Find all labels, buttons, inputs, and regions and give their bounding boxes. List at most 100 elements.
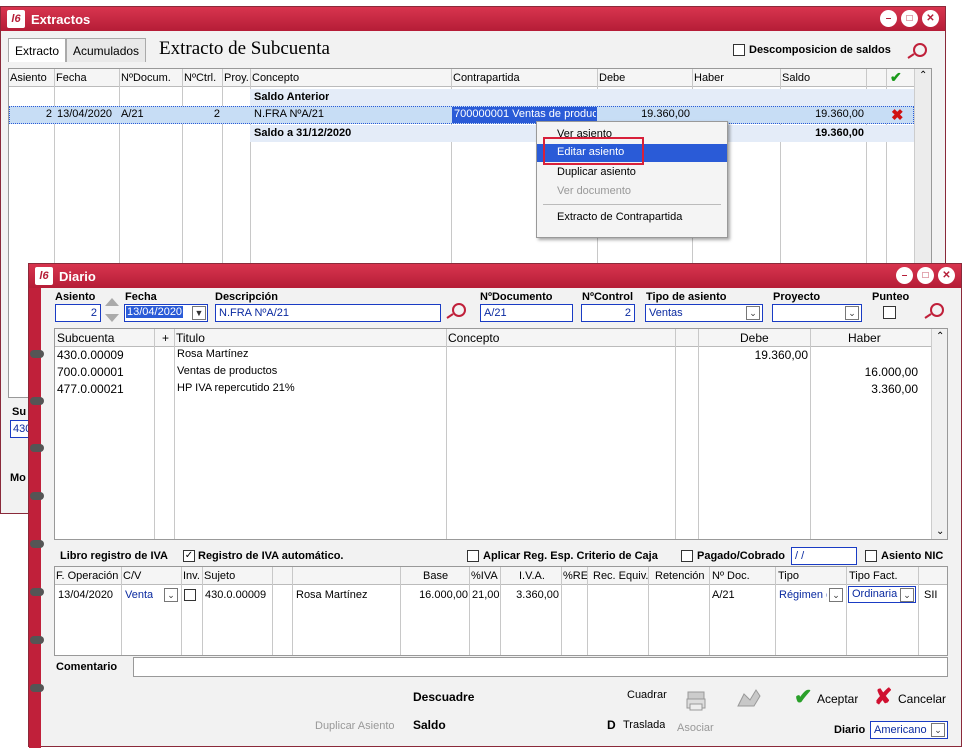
- documento-label: NºDocumento: [480, 291, 553, 303]
- pagado-date-field[interactable]: / /: [791, 547, 857, 565]
- col-titulo: Titulo: [176, 331, 205, 345]
- col-ndocum: NºDocum.: [121, 72, 171, 84]
- asiento-nic-label: Asiento NIC: [881, 550, 944, 562]
- asiento-nic-checkbox[interactable]: [865, 550, 877, 562]
- col-haber: Haber: [694, 72, 724, 84]
- spiral-ring-icon: [30, 397, 44, 405]
- spiral-ring-icon: [30, 636, 44, 644]
- comentario-field[interactable]: [133, 657, 948, 677]
- descuadre-label: Descuadre: [413, 690, 475, 704]
- printer-icon[interactable]: [685, 690, 707, 712]
- chevron-down-icon[interactable]: ⌄: [829, 588, 843, 602]
- cancel-icon[interactable]: ✘: [874, 684, 892, 710]
- close-icon[interactable]: ✕: [938, 267, 955, 284]
- pagado-checkbox[interactable]: [681, 550, 693, 562]
- spiral-ring-icon: [30, 684, 44, 692]
- iva-col-tipo: Tipo: [778, 570, 799, 582]
- row-asiento: 2: [45, 108, 52, 120]
- asociar-icon[interactable]: [734, 686, 762, 710]
- criterio-caja-checkbox[interactable]: [467, 550, 479, 562]
- cuadrar-button[interactable]: Cuadrar: [627, 689, 667, 701]
- iva-col-base: Base: [423, 570, 449, 582]
- menu-separator: [543, 204, 721, 205]
- tipo-asiento-label: Tipo de asiento: [646, 291, 727, 303]
- spiral-ring-icon: [30, 492, 44, 500]
- menu-item-duplicar-asiento[interactable]: Duplicar asiento: [537, 164, 727, 182]
- highlight-box: [543, 137, 644, 165]
- menu-item-extracto-contrapartida[interactable]: Extracto de Contrapartida: [537, 209, 727, 227]
- duplicar-asiento-button[interactable]: Duplicar Asiento: [315, 720, 395, 732]
- inv-checkbox[interactable]: [184, 589, 196, 601]
- iva-col-inv: Inv.: [183, 570, 200, 582]
- col-contrapartida: Contrapartida: [453, 72, 520, 84]
- tab-acumulados[interactable]: Acumulados: [66, 38, 147, 62]
- subcuenta-label-fragment: Su: [12, 406, 27, 418]
- stepper-icon[interactable]: [104, 296, 120, 324]
- search-icon[interactable]: [444, 302, 468, 320]
- iva-cv[interactable]: Venta: [125, 589, 153, 601]
- chevron-down-icon[interactable]: ⌄: [164, 588, 178, 602]
- cancelar-button[interactable]: Cancelar: [898, 692, 946, 706]
- extractos-titlebar[interactable]: l6 Extractos – □ ✕: [1, 7, 945, 31]
- iva-doc: A/21: [712, 589, 735, 601]
- scroll-down-icon[interactable]: ⌄: [936, 526, 944, 537]
- line-haber: 3.360,00: [871, 382, 918, 396]
- iva-tipo[interactable]: Régimen g: [779, 589, 827, 601]
- chevron-down-icon[interactable]: ⌄: [845, 306, 859, 320]
- scrollbar-vertical[interactable]: ⌃ ⌄: [931, 329, 947, 539]
- chevron-down-icon[interactable]: ⌄: [746, 306, 760, 320]
- menu-item-ver-documento: Ver documento: [557, 185, 631, 197]
- chevron-down-icon[interactable]: ⌄: [931, 723, 945, 737]
- pagado-label: Pagado/Cobrado: [697, 550, 786, 562]
- control-field[interactable]: 2: [581, 304, 635, 322]
- scroll-up-icon[interactable]: ⌃: [919, 70, 927, 81]
- line-titulo: Ventas de productos: [177, 365, 278, 377]
- maximize-icon[interactable]: □: [901, 10, 918, 27]
- page-title: Extracto de Subcuenta: [159, 38, 330, 59]
- calendar-dropdown-icon[interactable]: ▼: [192, 306, 206, 320]
- iva-col-sujeto: Sujeto: [204, 570, 236, 582]
- aceptar-button[interactable]: Aceptar: [817, 692, 858, 706]
- line-subcuenta: 430.0.00009: [57, 348, 124, 362]
- spiral-ring-icon: [30, 444, 44, 452]
- traslada-button[interactable]: Traslada: [623, 719, 665, 731]
- spiral-ring-icon: [30, 350, 44, 358]
- search-icon[interactable]: [922, 302, 946, 320]
- d-indicator: D: [607, 718, 616, 732]
- minimize-icon[interactable]: –: [896, 267, 913, 284]
- col-fecha: Fecha: [56, 72, 87, 84]
- maximize-icon[interactable]: □: [917, 267, 934, 284]
- punteo-checkbox[interactable]: [883, 306, 896, 319]
- asiento-field[interactable]: 2: [55, 304, 101, 322]
- minimize-icon[interactable]: –: [880, 10, 897, 27]
- documento-field[interactable]: A/21: [480, 304, 573, 322]
- spiral-ring-icon: [30, 588, 44, 596]
- row-docum: A/21: [121, 108, 144, 120]
- registro-iva-checkbox[interactable]: ✓: [183, 550, 195, 562]
- diario-label: Diario: [834, 724, 866, 736]
- control-label: NºControl: [582, 291, 634, 303]
- saldo-anterior-row[interactable]: [250, 89, 914, 106]
- search-icon[interactable]: [905, 42, 929, 60]
- col-concepto: Concepto: [448, 331, 500, 345]
- asociar-button[interactable]: Asociar: [677, 722, 714, 734]
- accept-icon[interactable]: ✔: [794, 684, 812, 710]
- close-icon[interactable]: ✕: [922, 10, 939, 27]
- diario-titlebar[interactable]: l6 Diario – □ ✕: [29, 264, 961, 288]
- col-debe: Debe: [599, 72, 626, 84]
- saldo-final-value: 19.360,00: [815, 127, 864, 139]
- iva-col-re: %RE: [563, 570, 589, 582]
- iva-col-retencion: Retención: [655, 570, 705, 582]
- chevron-down-icon[interactable]: ⌄: [900, 588, 914, 602]
- line-subcuenta: 700.0.00001: [57, 365, 124, 379]
- scroll-up-icon[interactable]: ⌃: [936, 331, 944, 342]
- iva-col-cv: C/V: [123, 570, 142, 582]
- descomposicion-checkbox[interactable]: [733, 44, 745, 56]
- descripcion-field[interactable]: N.FRA NºA/21: [215, 304, 441, 322]
- col-proy: Proy.: [224, 72, 249, 84]
- col-subcuenta: Subcuenta: [57, 331, 115, 345]
- delete-icon[interactable]: ✖: [891, 106, 904, 124]
- iva-cuota: 3.360,00: [516, 589, 559, 601]
- tab-extracto[interactable]: Extracto: [8, 38, 67, 62]
- line-haber: 16.000,00: [864, 365, 918, 379]
